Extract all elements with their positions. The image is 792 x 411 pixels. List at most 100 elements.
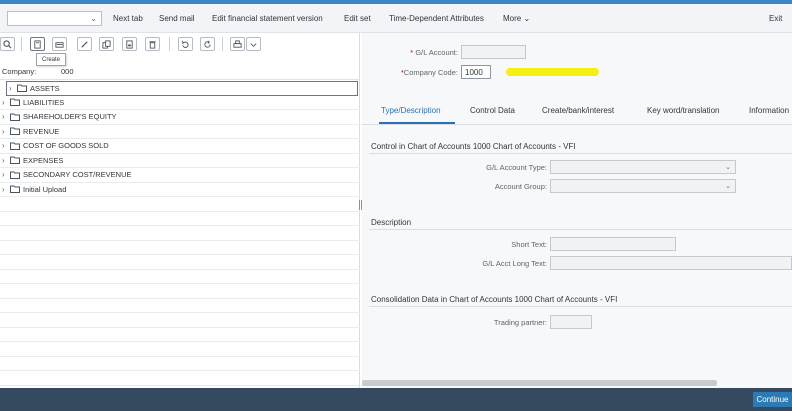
send-mail-button[interactable]: Send mail xyxy=(159,14,195,23)
gl-account-type-select[interactable]: ⌄ xyxy=(550,160,736,174)
tab-create-bank-interest[interactable]: Create/bank/interest xyxy=(542,106,614,115)
long-text-input[interactable] xyxy=(550,256,792,270)
gl-account-type-label: G/L Account Type: xyxy=(486,163,547,172)
tree-header-tail: 000 xyxy=(61,67,74,76)
chevron-right-icon[interactable]: › xyxy=(2,112,10,121)
account-group-label: Account Group: xyxy=(494,182,547,191)
company-code-value: 1000 xyxy=(465,68,483,77)
tree-node-label: SHAREHOLDER'S EQUITY xyxy=(23,112,117,122)
short-text-label: Short Text: xyxy=(511,240,547,249)
toolbar-separator xyxy=(21,37,22,51)
detail-tabs: Type/Description Control Data Create/ban… xyxy=(362,103,792,125)
tree-empty-row xyxy=(0,299,360,313)
folder-icon xyxy=(10,98,20,107)
create-tooltip: Create xyxy=(36,53,66,66)
tree-empty-row xyxy=(0,197,360,212)
tree-node-label: ASSETS xyxy=(30,83,60,93)
folder-icon xyxy=(10,142,20,150)
tree-empty-row xyxy=(0,226,360,241)
section-divider xyxy=(369,306,792,307)
account-group-select[interactable]: ⌄ xyxy=(550,179,736,193)
chevron-right-icon[interactable]: › xyxy=(2,156,10,165)
tree-node[interactable]: › LIABILITIES xyxy=(0,96,360,110)
more-button[interactable]: More ⌄ xyxy=(503,14,530,23)
search-icon[interactable] xyxy=(0,37,15,51)
folder-icon xyxy=(10,156,20,165)
chevron-down-icon: ⌄ xyxy=(523,14,531,23)
tree-node-label: EXPENSES xyxy=(23,155,64,165)
account-detail-pane: * G/L Account: *Company Code: 1000 Type/… xyxy=(362,33,792,388)
account-hierarchy-tree: › ASSETS › LIABILITIES › SHAREHOLDER'S E… xyxy=(0,81,360,400)
description-section-title: Description xyxy=(371,218,412,227)
tree-empty-row xyxy=(0,284,360,299)
tree-node[interactable]: › ASSETS xyxy=(6,81,358,96)
tree-toolbar xyxy=(0,36,360,54)
next-tab-button[interactable]: Next tab xyxy=(113,14,143,23)
print-icon[interactable] xyxy=(230,37,245,51)
short-text-input[interactable] xyxy=(550,237,676,251)
control-section-title: Control in Chart of Accounts 1000 Chart … xyxy=(371,142,576,151)
create-icon[interactable] xyxy=(30,37,45,51)
exit-button[interactable]: Exit xyxy=(769,14,782,23)
tree-empty-row xyxy=(0,212,360,226)
save-icon[interactable] xyxy=(122,37,137,51)
refresh-icon[interactable] xyxy=(200,37,215,51)
folder-icon xyxy=(10,185,20,194)
delete-icon[interactable] xyxy=(145,37,160,51)
chevron-down-icon: ⌄ xyxy=(725,164,731,171)
tab-control-data[interactable]: Control Data xyxy=(470,106,515,115)
toolbar-separator xyxy=(222,37,223,51)
folder-icon xyxy=(10,127,20,136)
yellow-highlight-annotation xyxy=(506,68,599,76)
chevron-right-icon[interactable]: › xyxy=(2,185,10,194)
horizontal-scrollbar[interactable] xyxy=(362,380,717,386)
tree-empty-row xyxy=(0,255,360,270)
section-divider xyxy=(369,229,792,230)
tree-empty-row xyxy=(0,357,360,371)
chevron-right-icon[interactable]: › xyxy=(2,98,10,107)
chevron-right-icon[interactable]: › xyxy=(2,127,10,136)
edit-fs-version-button[interactable]: Edit financial statement version xyxy=(212,14,323,23)
trading-partner-input[interactable] xyxy=(550,315,592,329)
gl-account-label-text: G/L Account xyxy=(415,48,456,57)
gl-account-input[interactable] xyxy=(461,45,526,59)
tree-node[interactable]: › COST OF GOODS SOLD xyxy=(0,139,360,154)
app-toolbar: ⌄ Next tab Send mail Edit financial stat… xyxy=(0,4,792,33)
tree-node[interactable]: › Initial Upload xyxy=(0,183,360,197)
tab-key-word-translation[interactable]: Key word/translation xyxy=(647,106,719,115)
tree-header-label: Company: xyxy=(2,67,37,76)
folder-icon xyxy=(10,113,20,121)
tab-type-description[interactable]: Type/Description xyxy=(381,106,441,115)
long-text-label: G/L Acct Long Text: xyxy=(482,259,547,268)
chevron-down-icon: ⌄ xyxy=(90,14,97,23)
folder-icon xyxy=(10,171,20,179)
dropdown-icon[interactable] xyxy=(246,37,261,51)
chevron-right-icon[interactable]: › xyxy=(2,170,10,179)
undo-icon[interactable] xyxy=(178,37,193,51)
gl-account-label: * G/L Account: xyxy=(410,48,458,57)
toolbar-separator xyxy=(169,37,170,51)
edit-icon[interactable] xyxy=(77,37,92,51)
company-code-label-text: Company Code xyxy=(403,68,456,77)
tree-node-label: REVENUE xyxy=(23,126,60,136)
chevron-right-icon[interactable]: › xyxy=(9,84,17,93)
variant-select[interactable]: ⌄ xyxy=(7,11,102,26)
tree-node[interactable]: › EXPENSES xyxy=(0,154,360,168)
time-dependent-attributes-button[interactable]: Time-Dependent Attributes xyxy=(389,14,484,23)
tab-information[interactable]: Information xyxy=(749,106,789,115)
tree-node-label: LIABILITIES xyxy=(23,97,65,107)
tree-node[interactable]: › REVENUE xyxy=(0,125,360,139)
tree-empty-row xyxy=(0,328,360,342)
edit-set-button[interactable]: Edit set xyxy=(344,14,371,23)
company-code-input[interactable]: 1000 xyxy=(461,65,491,79)
chevron-right-icon[interactable]: › xyxy=(2,141,10,150)
tree-node[interactable]: › SECONDARY COST/REVENUE xyxy=(0,168,360,183)
display-icon[interactable] xyxy=(52,37,67,51)
tree-header: Company: 000 xyxy=(0,64,360,80)
continue-button[interactable]: Continue xyxy=(753,392,792,407)
tree-node[interactable]: › SHAREHOLDER'S EQUITY xyxy=(0,110,360,125)
copy-icon[interactable] xyxy=(99,37,114,51)
consolidation-section-title: Consolidation Data in Chart of Accounts … xyxy=(371,295,618,304)
tree-empty-row xyxy=(0,342,360,357)
tree-empty-row xyxy=(0,371,360,386)
